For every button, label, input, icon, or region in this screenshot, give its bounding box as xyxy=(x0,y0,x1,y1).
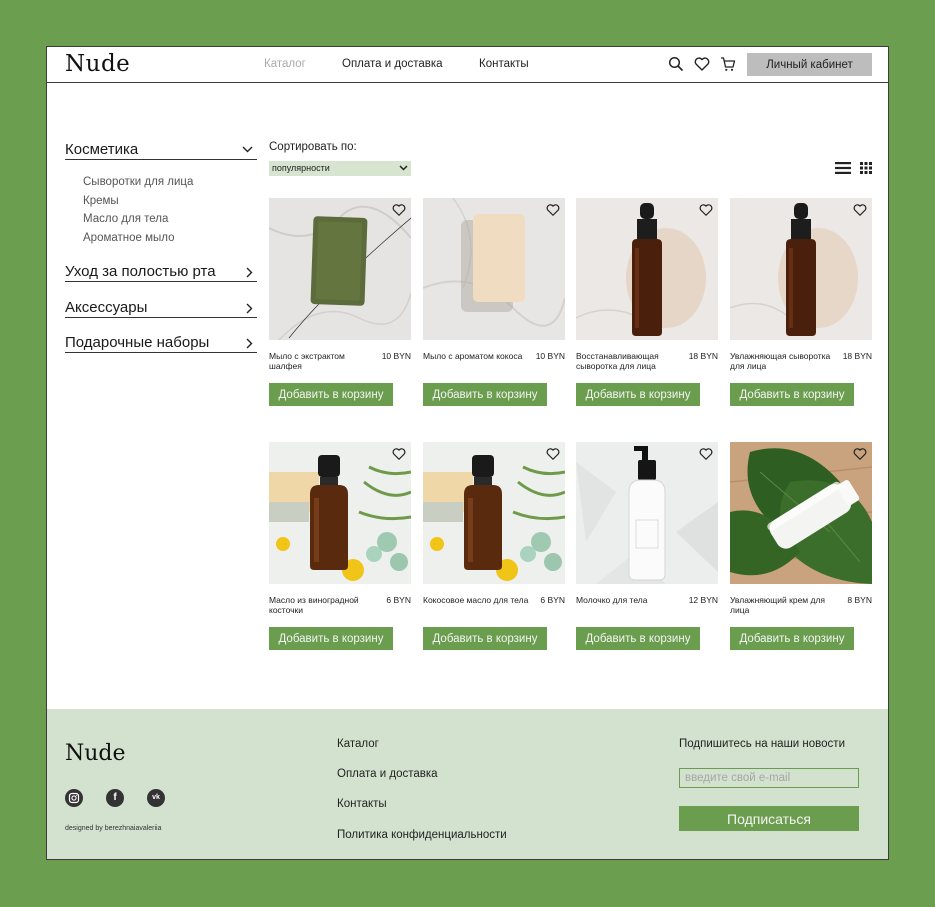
product-name[interactable]: Восстанавливающая сыворотка для лица xyxy=(576,351,684,371)
footer: Nude f vk designed by berezhnaiavaleriia… xyxy=(47,709,888,859)
product-name[interactable]: Мыло с экстрактом шалфея xyxy=(269,351,377,371)
cart-icon[interactable] xyxy=(720,56,736,72)
footer-link-delivery[interactable]: Оплата и доставка xyxy=(337,768,438,780)
product-image[interactable] xyxy=(269,442,411,584)
chevron-right-icon xyxy=(246,303,253,314)
nav-catalog[interactable]: Каталог xyxy=(264,58,306,70)
product-name[interactable]: Увлажняющий крем для лица xyxy=(730,595,838,615)
sidebar-category-gift-sets[interactable]: Подарочные наборы xyxy=(65,334,257,353)
chevron-down-icon xyxy=(242,146,253,153)
designed-by: designed by berezhnaiavaleriia xyxy=(65,825,162,832)
heart-icon[interactable] xyxy=(546,447,560,461)
heart-icon[interactable] xyxy=(392,447,406,461)
sidebar-category-cosmetics[interactable]: Косметика xyxy=(65,141,257,160)
add-to-cart-button[interactable]: Добавить в корзину xyxy=(423,627,547,650)
chevron-right-icon xyxy=(246,267,253,278)
sidebar-item-creams[interactable]: Кремы xyxy=(83,195,119,207)
heart-icon[interactable] xyxy=(546,203,560,217)
footer-link-catalog[interactable]: Каталог xyxy=(337,738,379,750)
product-name[interactable]: Масло из виноградной косточки xyxy=(269,595,377,615)
product-price: 8 BYN xyxy=(847,595,872,605)
add-to-cart-button[interactable]: Добавить в корзину xyxy=(269,383,393,406)
sidebar-category-accessories[interactable]: Аксессуары xyxy=(65,299,257,318)
footer-link-privacy[interactable]: Политика конфиденциальности xyxy=(337,829,507,841)
vk-icon[interactable]: vk xyxy=(147,789,165,807)
brand-logo[interactable]: Nude xyxy=(65,51,130,77)
chevron-right-icon xyxy=(246,338,253,349)
product-price: 6 BYN xyxy=(540,595,565,605)
nav-contacts[interactable]: Контакты xyxy=(479,58,529,70)
sidebar-category-label: Уход за полостью рта xyxy=(65,263,216,280)
footer-logo[interactable]: Nude xyxy=(65,741,126,766)
add-to-cart-button[interactable]: Добавить в корзину xyxy=(423,383,547,406)
product-price: 18 BYN xyxy=(842,351,872,361)
product-image[interactable] xyxy=(423,442,565,584)
page-frame: Nude Каталог Оплата и доставка Контакты … xyxy=(46,46,889,860)
product-name[interactable]: Мыло с ароматом кокоса xyxy=(423,351,531,361)
sidebar-item-body-oil[interactable]: Масло для тела xyxy=(83,213,168,225)
nav-delivery[interactable]: Оплата и доставка xyxy=(342,58,443,70)
product-name[interactable]: Молочко для тела xyxy=(576,595,684,605)
sidebar-category-label: Косметика xyxy=(65,141,139,158)
facebook-icon[interactable]: f xyxy=(106,789,124,807)
product-price: 6 BYN xyxy=(386,595,411,605)
grid-view-icon[interactable] xyxy=(860,162,872,174)
add-to-cart-button[interactable]: Добавить в корзину xyxy=(576,383,700,406)
search-icon[interactable] xyxy=(668,56,684,72)
list-view-icon[interactable] xyxy=(835,162,851,174)
heart-icon[interactable] xyxy=(853,203,867,217)
heart-icon[interactable] xyxy=(694,56,710,72)
subscribe-title: Подпишитесь на наши новости xyxy=(679,738,845,750)
product-image[interactable] xyxy=(576,198,718,340)
heart-icon[interactable] xyxy=(853,447,867,461)
instagram-icon[interactable] xyxy=(65,789,83,807)
chevron-down-icon xyxy=(399,165,408,171)
footer-link-contacts[interactable]: Контакты xyxy=(337,798,387,810)
subscribe-button[interactable]: Подписаться xyxy=(679,806,859,831)
add-to-cart-button[interactable]: Добавить в корзину xyxy=(730,383,854,406)
heart-icon[interactable] xyxy=(699,203,713,217)
product-image[interactable] xyxy=(269,198,411,340)
sidebar-item-soap[interactable]: Ароматное мыло xyxy=(83,232,175,244)
header: Nude Каталог Оплата и доставка Контакты … xyxy=(47,47,888,83)
sidebar-category-oral-care[interactable]: Уход за полостью рта xyxy=(65,263,257,282)
sidebar-category-label: Аксессуары xyxy=(65,299,148,316)
add-to-cart-button[interactable]: Добавить в корзину xyxy=(730,627,854,650)
account-button[interactable]: Личный кабинет xyxy=(747,53,872,76)
product-image[interactable] xyxy=(730,198,872,340)
product-price: 12 BYN xyxy=(688,595,718,605)
sort-value: популярности xyxy=(272,163,330,173)
sort-label: Сортировать по: xyxy=(269,141,357,153)
product-price: 18 BYN xyxy=(688,351,718,361)
heart-icon[interactable] xyxy=(699,447,713,461)
product-image[interactable] xyxy=(576,442,718,584)
product-image[interactable] xyxy=(423,198,565,340)
add-to-cart-button[interactable]: Добавить в корзину xyxy=(269,627,393,650)
email-field[interactable] xyxy=(679,768,859,788)
heart-icon[interactable] xyxy=(392,203,406,217)
product-name[interactable]: Кокосовое масло для тела xyxy=(423,595,531,605)
product-price: 10 BYN xyxy=(381,351,411,361)
sidebar-category-label: Подарочные наборы xyxy=(65,334,210,351)
product-price: 10 BYN xyxy=(535,351,565,361)
add-to-cart-button[interactable]: Добавить в корзину xyxy=(576,627,700,650)
product-name[interactable]: Увлажняющая сыворотка для лица xyxy=(730,351,838,371)
product-image[interactable] xyxy=(730,442,872,584)
sort-select[interactable]: популярности xyxy=(269,161,411,176)
sidebar-item-serums[interactable]: Сыворотки для лица xyxy=(83,176,193,188)
